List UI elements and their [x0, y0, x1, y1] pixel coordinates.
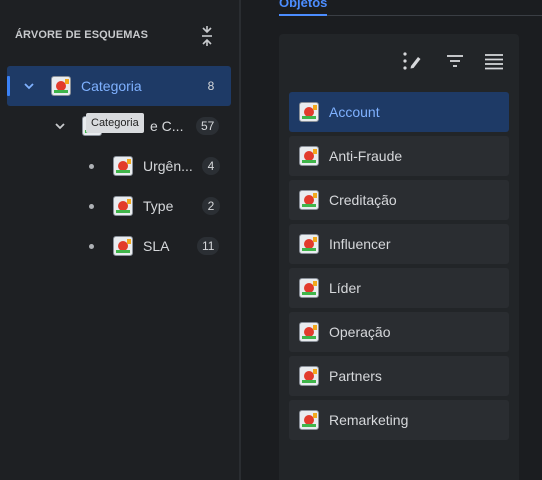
tab-underline — [279, 14, 327, 16]
object-item[interactable]: Operação — [289, 312, 509, 352]
chevron-down-icon[interactable] — [24, 81, 34, 91]
object-label: Anti-Fraude — [329, 148, 403, 164]
schema-icon — [51, 76, 71, 96]
object-label: Account — [329, 104, 380, 120]
bullet — [89, 164, 94, 169]
object-list-panel: Account Anti-Fraude Creditação Influence… — [279, 34, 519, 480]
object-label: Líder — [329, 280, 361, 296]
object-item[interactable]: Influencer — [289, 224, 509, 264]
bullet — [89, 244, 94, 249]
object-item[interactable]: Creditação — [289, 180, 509, 220]
object-label: Partners — [329, 368, 382, 384]
node-label: Type — [143, 198, 174, 214]
node-label: e C... — [150, 118, 184, 134]
bullet — [89, 204, 94, 209]
filter-icon[interactable] — [444, 50, 466, 72]
node-count: 57 — [196, 117, 220, 135]
object-icon — [299, 190, 319, 210]
node-label: Urgên... — [143, 158, 193, 174]
object-icon — [299, 278, 319, 298]
object-item[interactable]: Account — [289, 92, 509, 132]
object-icon — [299, 322, 319, 342]
tab-divider — [327, 15, 542, 16]
tree-header: ÁRVORE DE ESQUEMAS — [15, 29, 149, 41]
node-count: 4 — [202, 157, 220, 175]
object-label: Operação — [329, 324, 391, 340]
node-count: 2 — [202, 197, 220, 215]
tab-objetos[interactable]: Objetos — [279, 0, 327, 10]
object-icon — [299, 410, 319, 430]
chevron-down-icon[interactable] — [55, 121, 65, 131]
schema-icon — [113, 236, 133, 256]
node-label: Categoria — [81, 78, 142, 94]
object-label: Influencer — [329, 236, 391, 252]
collapse-all-icon[interactable] — [199, 26, 215, 46]
object-item[interactable]: Remarketing — [289, 400, 509, 440]
menu-icon[interactable] — [483, 50, 505, 72]
node-count: 11 — [197, 237, 220, 255]
object-icon — [299, 366, 319, 386]
object-item[interactable]: Anti-Fraude — [289, 136, 509, 176]
tree-node-categoria[interactable]: Categoria 8 — [7, 66, 231, 106]
node-label: SLA — [143, 238, 170, 254]
object-icon — [299, 234, 319, 254]
tree-node-type[interactable]: Type 2 — [0, 186, 231, 226]
schema-icon — [113, 196, 133, 216]
tooltip: Categoria — [86, 113, 144, 133]
selection-marker — [7, 76, 10, 96]
object-label: Remarketing — [329, 412, 409, 428]
object-label: Creditação — [329, 192, 397, 208]
object-item[interactable]: Líder — [289, 268, 509, 308]
edit-list-icon[interactable] — [401, 50, 423, 72]
schema-icon — [113, 156, 133, 176]
object-icon — [299, 102, 319, 122]
object-item[interactable]: Partners — [289, 356, 509, 396]
tree-node-sla[interactable]: SLA 11 — [0, 226, 231, 266]
node-count: 8 — [207, 79, 215, 93]
object-icon — [299, 146, 319, 166]
objects-panel: Objetos Account Anti-Fraude Creditação I… — [241, 0, 542, 480]
schema-tree-panel: ÁRVORE DE ESQUEMAS Categoria 8 e C... 57… — [0, 0, 239, 480]
tree-node-urgencia[interactable]: Urgên... 4 — [0, 146, 231, 186]
